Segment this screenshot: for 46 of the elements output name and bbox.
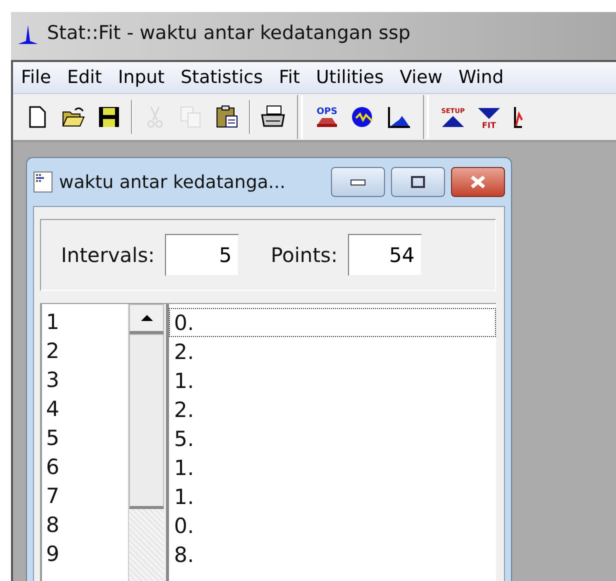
- histogram-icon[interactable]: [386, 104, 412, 130]
- scroll-up-button[interactable]: [129, 304, 164, 334]
- field-label: Intervals:: [61, 242, 155, 269]
- value-cell[interactable]: 0.: [169, 308, 496, 337]
- row-index: 9: [45, 541, 60, 568]
- maximize-button[interactable]: [391, 167, 445, 197]
- input-field[interactable]: 5: [164, 234, 239, 276]
- menu-item[interactable]: Statistics: [172, 64, 271, 91]
- row-index: 5: [45, 425, 60, 452]
- menu-item[interactable]: Fit: [270, 64, 308, 91]
- scrollbar[interactable]: [128, 304, 164, 581]
- row-index: 1: [45, 309, 60, 336]
- input-field[interactable]: 54: [348, 234, 422, 276]
- window-title: Stat::Fit - waktu antar kedatangan ssp: [47, 21, 410, 46]
- minimize-icon: [350, 178, 366, 186]
- value-cell[interactable]: 8.: [169, 540, 496, 569]
- field-label: Points:: [270, 242, 338, 269]
- row-index: 3: [45, 367, 60, 394]
- value-cell[interactable]: 1.: [169, 453, 496, 482]
- row-index: 6: [45, 454, 60, 481]
- row-index: 8: [45, 512, 60, 539]
- value-cell[interactable]: 1.: [169, 482, 496, 511]
- scrollbar-thumb[interactable]: [129, 334, 164, 509]
- menu-item[interactable]: View: [392, 64, 450, 91]
- row-index: 2: [45, 338, 60, 365]
- up-arrow-icon: [140, 314, 154, 322]
- close-icon: [469, 175, 487, 189]
- row-index: 4: [45, 396, 60, 423]
- menu-item[interactable]: File: [13, 64, 60, 91]
- close-button[interactable]: [451, 167, 505, 197]
- minimize-button[interactable]: [331, 167, 385, 197]
- value-cell[interactable]: 5.: [169, 424, 496, 453]
- printer-icon[interactable]: [260, 104, 286, 130]
- document-icon: [33, 171, 53, 193]
- menu-item[interactable]: Edit: [59, 64, 110, 91]
- value-cell[interactable]: 2.: [169, 395, 496, 424]
- value-cell[interactable]: 0.: [169, 511, 496, 540]
- menu-item[interactable]: Input: [110, 64, 173, 91]
- clipboard-icon[interactable]: [214, 104, 240, 130]
- menu-item[interactable]: Wind: [450, 64, 512, 91]
- maximize-icon: [411, 176, 425, 188]
- value-cell[interactable]: 2.: [169, 337, 496, 366]
- child-window-title: waktu antar kedatanga...: [59, 170, 286, 194]
- value-cell[interactable]: 1.: [169, 366, 496, 395]
- menu-item[interactable]: Utilities: [308, 64, 392, 91]
- row-index: 7: [45, 483, 60, 510]
